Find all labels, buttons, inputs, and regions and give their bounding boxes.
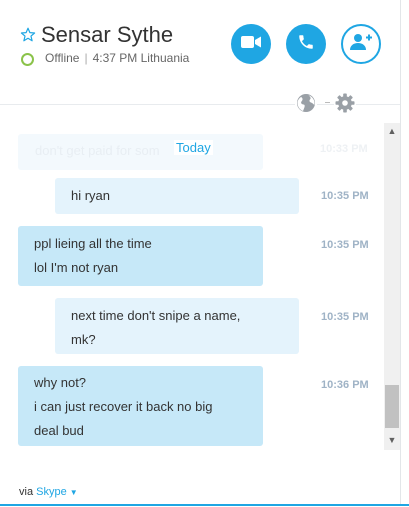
contact-local-time: 4:37 PM Lithuania — [92, 51, 190, 65]
contact-status-line: Offline | 4:37 PM Lithuania — [45, 51, 189, 65]
presence-offline-icon — [21, 53, 34, 66]
message-text: lol I'm not ryan — [34, 260, 119, 275]
message-text: deal bud — [34, 423, 84, 438]
faded-message-time: 10:33 PM — [320, 143, 368, 155]
service-name[interactable]: Skype — [36, 486, 67, 498]
phone-call-icon — [297, 33, 315, 56]
message-text: why not? — [34, 375, 87, 390]
globe-icon[interactable] — [295, 92, 317, 114]
message-list[interactable]: don't get paid for som 10:33 PM Today hi… — [0, 124, 384, 450]
chevron-down-icon[interactable]: ▼ — [70, 488, 78, 497]
video-call-button[interactable] — [231, 24, 271, 64]
message-text: hi ryan — [71, 188, 111, 203]
contact-name[interactable]: Sensar Sythe — [41, 22, 173, 48]
message-text: mk? — [71, 332, 96, 347]
message-time: 10:35 PM — [321, 311, 369, 323]
message-bubble-outgoing[interactable]: hi ryan — [55, 178, 299, 214]
message-bubble-outgoing[interactable]: next time don't snipe a name, mk? — [55, 298, 299, 354]
add-contact-icon — [350, 33, 372, 56]
via-service-selector[interactable]: via Skype ▼ — [19, 486, 78, 498]
composer-focus-line — [0, 504, 409, 506]
status-divider: | — [84, 51, 88, 65]
via-label: via — [19, 486, 34, 498]
add-contact-button[interactable] — [341, 24, 381, 64]
scroll-down-arrow-icon[interactable]: ▼ — [384, 432, 400, 448]
gear-icon[interactable] — [334, 92, 356, 114]
toolbar-separator — [325, 102, 330, 103]
message-bubble-incoming[interactable]: ppl lieing all the time lol I'm not ryan — [18, 226, 263, 286]
message-time: 10:35 PM — [321, 190, 369, 202]
scrollbar-thumb[interactable] — [385, 385, 399, 428]
video-call-icon — [241, 35, 261, 54]
message-text: next time don't snipe a name, — [71, 308, 241, 323]
message-text: ppl lieing all the time — [34, 236, 152, 251]
message-text: i can just recover it back no big — [34, 399, 213, 414]
message-bubble-incoming[interactable]: why not? i can just recover it back no b… — [18, 366, 263, 446]
scroll-up-arrow-icon[interactable]: ▲ — [384, 123, 400, 139]
message-scrollbar[interactable]: ▲ ▼ — [384, 123, 400, 450]
faded-message-text: don't get paid for som — [35, 143, 160, 158]
date-separator: Today — [174, 140, 213, 155]
conversation-header: Sensar Sythe Offline | 4:37 PM Lithuania — [0, 0, 400, 105]
window-edge — [400, 0, 401, 504]
message-time: 10:35 PM — [321, 239, 369, 251]
presence-label: Offline — [45, 51, 80, 65]
favorite-star-icon[interactable] — [20, 27, 36, 43]
message-time: 10:36 PM — [321, 379, 369, 391]
audio-call-button[interactable] — [286, 24, 326, 64]
